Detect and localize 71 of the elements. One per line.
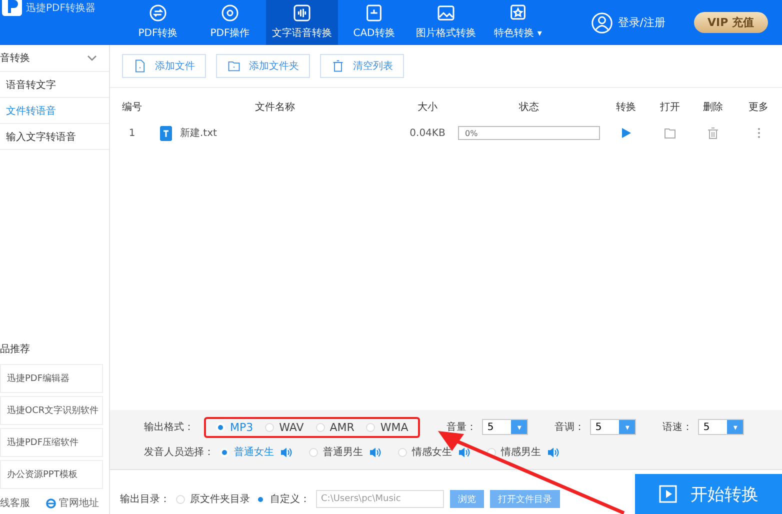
voice-label: 发音人员选择：	[144, 446, 214, 459]
voice-radio[interactable]: 普通女生	[220, 445, 274, 459]
nav-tab[interactable]: 图片格式转换	[410, 0, 482, 45]
select-label: 音量：	[446, 420, 476, 434]
play-icon[interactable]	[620, 127, 632, 139]
speaker-icon[interactable]	[547, 446, 560, 458]
file-icon	[133, 59, 147, 73]
nav-tab[interactable]: PDF转换	[122, 0, 194, 45]
convert-icon	[148, 3, 168, 23]
section-title: 音转换	[0, 52, 30, 65]
output-label: 输出目录：	[120, 492, 170, 506]
play-icon	[658, 485, 676, 503]
folder-icon[interactable]	[664, 127, 676, 139]
toolbar-button[interactable]: 添加文件夹	[216, 54, 310, 78]
service-link[interactable]: 线客服	[0, 496, 30, 510]
nav-tab[interactable]: PDF操作	[194, 0, 266, 45]
format-radio[interactable]: MP3	[216, 420, 254, 434]
number-dropdown[interactable]: 5 ▾	[698, 419, 744, 435]
login-link[interactable]: 登录/注册	[618, 15, 666, 30]
trash-icon	[331, 59, 345, 73]
format-label: 输出格式：	[144, 420, 194, 434]
nav-tab[interactable]: CAD转换	[338, 0, 410, 45]
format-radio[interactable]: WMA	[366, 420, 408, 434]
file-name: 新建.txt	[180, 126, 217, 140]
number-dropdown[interactable]: 5 ▾	[590, 419, 636, 435]
column-header: 更多	[748, 101, 770, 115]
chevron-icon[interactable]	[87, 54, 97, 62]
website-link[interactable]: 官网地址	[59, 496, 99, 510]
trash-icon[interactable]	[707, 127, 719, 139]
folder-icon	[227, 59, 241, 73]
column-header: 大小	[416, 100, 438, 115]
output-radio[interactable]: 自定义：	[256, 492, 310, 506]
sidebar-item[interactable]: 文件转语音	[0, 98, 109, 124]
column-header: 删除	[702, 101, 724, 115]
column-header: 状态	[518, 100, 540, 115]
user-icon[interactable]	[590, 12, 613, 34]
sidebar-item[interactable]: 语音转文字	[0, 72, 109, 98]
vip-button[interactable]: VIP 充值	[694, 12, 768, 33]
product-link[interactable]: 迅捷PDF编辑器	[0, 364, 103, 393]
select-label: 音调：	[554, 420, 584, 434]
table-cell-text: 1	[128, 126, 136, 140]
text-file-icon	[160, 126, 172, 140]
start-button[interactable]: 开始转换	[635, 474, 782, 514]
wave-icon	[292, 3, 312, 23]
column-header: 转换	[615, 101, 637, 115]
voice-radio[interactable]: 情感男生	[487, 445, 541, 459]
column-header: 文件名称	[254, 100, 296, 115]
column-header: 打开	[659, 100, 681, 115]
speaker-icon[interactable]	[458, 446, 471, 458]
output-radio[interactable]: 原文件夹目录	[176, 492, 250, 506]
format-radio[interactable]: AMR	[316, 420, 354, 434]
table-cell-text: 0.04KB	[408, 126, 446, 140]
select-label: 语速：	[662, 420, 692, 434]
voice-radio[interactable]: 普通男生	[309, 445, 363, 459]
nav-tab[interactable]: 特色转换 ▾	[482, 0, 554, 45]
format-radio[interactable]: WAV	[265, 420, 304, 434]
product-link[interactable]: 办公资源PPT模板	[0, 460, 103, 489]
sidebar-item[interactable]: 输入文字转语音	[0, 124, 109, 150]
number-dropdown[interactable]: 5 ▾	[482, 419, 528, 435]
column-header: 编号	[121, 100, 143, 115]
app-title: 迅捷PDF转换器	[26, 2, 96, 15]
toolbar-button[interactable]: 添加文件	[122, 54, 206, 78]
nav-tab[interactable]: 文字语音转换	[266, 0, 338, 45]
speaker-icon[interactable]	[369, 446, 382, 458]
toolbar-button[interactable]: 清空列表	[320, 54, 404, 78]
image-icon	[436, 3, 456, 23]
product-link[interactable]: 迅捷PDF压缩软件	[0, 428, 103, 457]
speaker-icon[interactable]	[280, 446, 293, 458]
product-link[interactable]: 迅捷OCR文字识别软件	[0, 396, 103, 425]
progress-bar: 0%	[458, 126, 600, 140]
section-title: 品推荐	[0, 342, 31, 357]
